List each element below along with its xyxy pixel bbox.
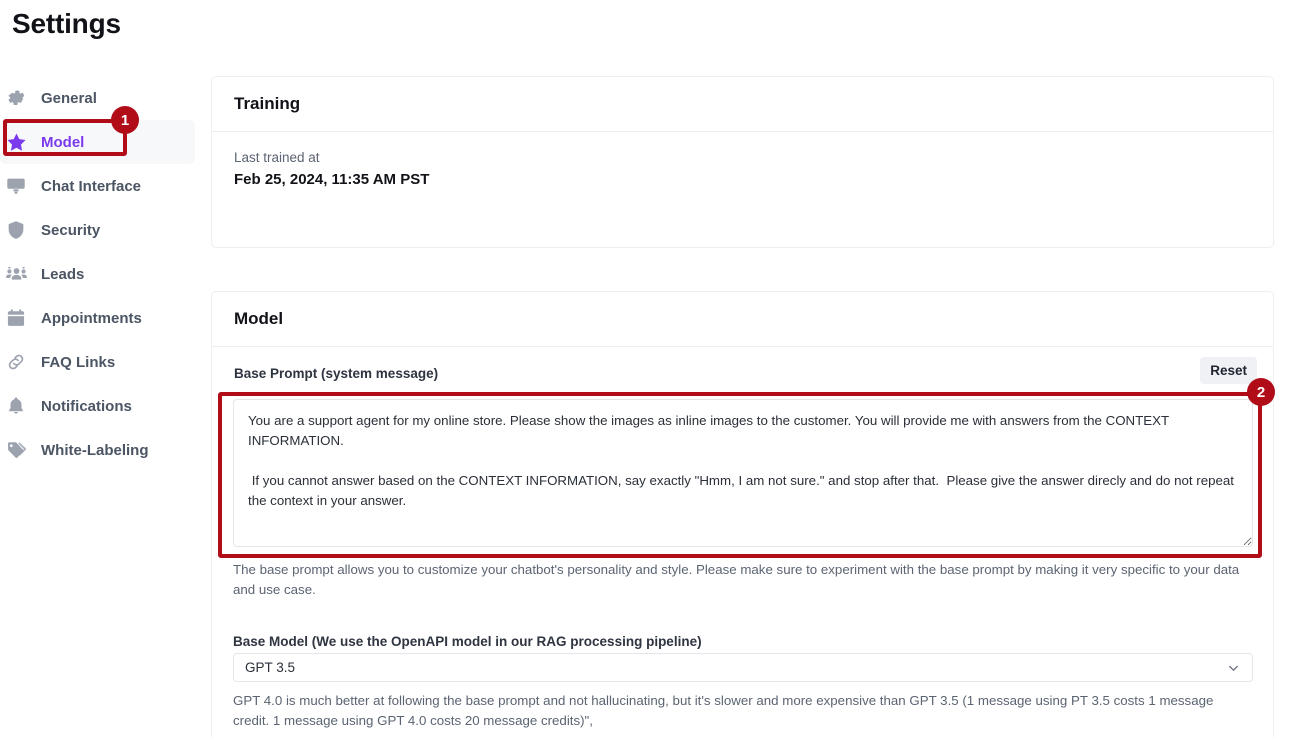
base-model-selected-value: GPT 3.5: [245, 660, 296, 675]
sidebar-item-chat-interface[interactable]: Chat Interface: [0, 164, 195, 208]
sidebar-item-label: General: [41, 89, 97, 107]
training-card-body: Last trained at Feb 25, 2024, 11:35 AM P…: [212, 132, 1273, 188]
shield-icon: [4, 218, 28, 242]
base-prompt-textarea[interactable]: [233, 399, 1253, 547]
sidebar-item-label: Chat Interface: [41, 177, 142, 195]
gear-icon: [4, 86, 28, 110]
sidebar-item-label: Model: [41, 133, 85, 151]
sidebar-item-label: White-Labeling: [41, 441, 149, 459]
sidebar-item-appointments[interactable]: Appointments: [0, 296, 195, 340]
sidebar-item-label: FAQ Links: [41, 353, 116, 371]
sidebar-item-white-labeling[interactable]: White-Labeling: [0, 428, 195, 472]
link-icon: [4, 350, 28, 374]
sidebar-item-general[interactable]: General: [0, 76, 195, 120]
base-prompt-label: Base Prompt (system message): [234, 366, 439, 381]
sidebar-item-notifications[interactable]: Notifications: [0, 384, 195, 428]
last-trained-value: Feb 25, 2024, 11:35 AM PST: [234, 171, 430, 188]
sidebar-item-label: Leads: [41, 265, 85, 283]
bell-icon: [4, 394, 28, 418]
sidebar-nav: General Model Chat Interface Security Le…: [0, 76, 195, 472]
base-model-label: Base Model (We use the OpenAPI model in …: [233, 634, 702, 649]
model-card-body: Base Prompt (system message) Reset: [212, 347, 1273, 384]
base-model-select[interactable]: GPT 3.5: [233, 653, 1253, 682]
sidebar-item-label: Notifications: [41, 397, 132, 415]
settings-page: Settings General Model Chat Interface Se…: [0, 0, 1289, 737]
training-card: Training Last trained at Feb 25, 2024, 1…: [211, 76, 1274, 248]
sidebar-item-model[interactable]: Model: [0, 120, 195, 164]
sidebar-item-label: Security: [41, 221, 101, 239]
tag-icon: [4, 438, 28, 462]
base-prompt-helper-text: The base prompt allows you to customize …: [233, 562, 1240, 597]
training-heading: Training: [212, 77, 1273, 132]
sidebar-item-label: Appointments: [41, 309, 142, 327]
page-title: Settings: [12, 8, 121, 39]
sidebar-item-faq-links[interactable]: FAQ Links: [0, 340, 195, 384]
monitor-icon: [4, 174, 28, 198]
calendar-icon: [4, 306, 28, 330]
people-icon: [4, 262, 28, 286]
reset-button[interactable]: Reset: [1200, 357, 1257, 384]
model-heading: Model: [212, 292, 1273, 347]
last-trained-caption: Last trained at: [234, 150, 320, 165]
star-icon: [4, 130, 28, 154]
base-model-helper-text: GPT 4.0 is much better at following the …: [233, 693, 1214, 728]
sidebar-item-security[interactable]: Security: [0, 208, 195, 252]
base-model-select-wrap: GPT 3.5: [233, 653, 1253, 682]
sidebar-item-leads[interactable]: Leads: [0, 252, 195, 296]
